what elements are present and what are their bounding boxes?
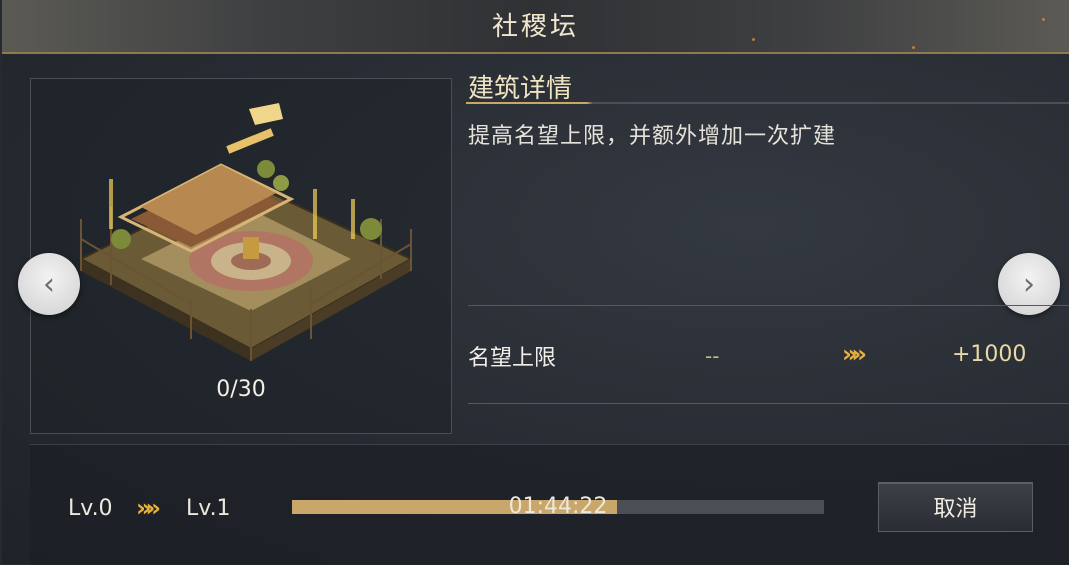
stat-divider-bottom bbox=[468, 403, 1069, 404]
chevron-right-icon: › bbox=[1023, 266, 1035, 302]
window-title: 社稷坛 bbox=[491, 12, 579, 42]
next-level: Lv.1 bbox=[186, 496, 231, 521]
construction-progress-count: 0/30 bbox=[216, 377, 266, 402]
cancel-button[interactable]: 取消 bbox=[878, 482, 1033, 532]
construction-hammer-icon bbox=[226, 103, 283, 154]
altar-building-image bbox=[78, 103, 414, 361]
title-bar: 社稷坛 bbox=[2, 0, 1069, 54]
stat-divider-top bbox=[468, 305, 1069, 306]
ember-decoration bbox=[912, 46, 915, 49]
building-detail-panel: 社稷坛 0/30 ‹ › 建筑详情 提高名望上限，并额外增加一次扩建 名望上限 … bbox=[2, 0, 1069, 565]
chevron-left-icon: ‹ bbox=[43, 266, 55, 302]
ember-decoration bbox=[1042, 18, 1045, 21]
cancel-button-label: 取消 bbox=[933, 497, 978, 522]
stat-next-value: +1000 bbox=[952, 342, 1027, 367]
building-image-frame: 0/30 bbox=[30, 78, 452, 434]
previous-building-button[interactable]: ‹ bbox=[18, 253, 80, 315]
stat-current-value: -- bbox=[705, 344, 720, 368]
section-underline bbox=[466, 102, 1069, 104]
stat-arrow-icon: »» bbox=[842, 340, 867, 368]
level-arrow-icon: »» bbox=[136, 494, 161, 522]
details-section-title: 建筑详情 bbox=[468, 74, 573, 104]
upgrade-timer: 01:44:22 bbox=[508, 494, 608, 519]
current-level: Lv.0 bbox=[68, 496, 113, 521]
stat-label: 名望上限 bbox=[468, 346, 557, 371]
ember-decoration bbox=[752, 38, 755, 41]
building-description: 提高名望上限，并额外增加一次扩建 bbox=[468, 124, 837, 149]
